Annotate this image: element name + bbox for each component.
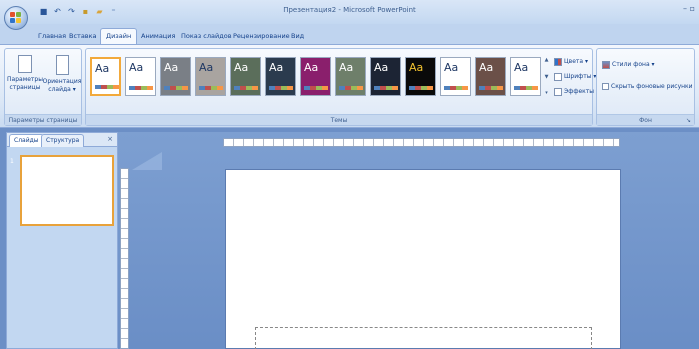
tab-insert[interactable]: Вставка — [64, 29, 102, 43]
group-themes: Aa Aa Aa Aa Aa Aa Aa Aa Aa Aa Aa Aa Aa ▲ ▼ ▾ Цвета ▾… — [85, 48, 599, 126]
theme-sample-text: Aa — [409, 61, 424, 74]
theme-color-bar — [304, 86, 328, 90]
theme-colors-label: Цвета ▾ — [564, 58, 588, 65]
scroll-down-icon[interactable]: ▼ — [542, 74, 551, 80]
tab-slides[interactable]: Слайды — [9, 134, 44, 147]
theme-color-bar — [269, 86, 293, 90]
page-setup-label: Параметры страницы — [7, 76, 43, 91]
theme-thumbnail[interactable]: Aa — [125, 57, 156, 96]
background-styles-label: Стили фона ▾ — [612, 61, 655, 68]
page-setup-button[interactable]: Параметры страницы — [5, 55, 45, 92]
group-background: Стили фона ▾ Скрыть фоновые рисунки Фон … — [596, 48, 695, 126]
window-controls[interactable]: – ▫ — [683, 4, 695, 13]
theme-thumbnail[interactable]: Aa — [265, 57, 296, 96]
fonts-icon — [554, 72, 562, 81]
slide-number: 1 — [10, 158, 14, 165]
theme-color-bar — [95, 85, 119, 89]
theme-sample-text: Aa — [234, 61, 249, 74]
hide-background-label: Скрыть фоновые рисунки — [611, 83, 693, 90]
group-label-background: Фон — [597, 114, 694, 125]
group-label-page-setup: Параметры страницы — [5, 114, 81, 125]
theme-sample-text: Aa — [269, 61, 284, 74]
theme-effects-label: Эффекты ▾ — [564, 88, 599, 95]
hide-background-checkbox[interactable]: Скрыть фоновые рисунки — [602, 81, 693, 92]
group-label-themes: Темы — [86, 114, 592, 125]
theme-sample-text: Aa — [129, 61, 144, 74]
slide-shadow — [132, 152, 162, 170]
theme-fonts-label: Шрифты ▾ — [564, 73, 597, 80]
theme-color-bar — [479, 86, 503, 90]
theme-color-bar — [234, 86, 258, 90]
theme-thumbnail[interactable]: Aa — [370, 57, 401, 96]
orientation-icon — [55, 55, 69, 75]
page-setup-icon — [18, 55, 32, 73]
theme-sample-text: Aa — [479, 61, 494, 74]
effects-icon — [554, 87, 562, 96]
horizontal-ruler — [223, 138, 620, 147]
background-styles-icon — [602, 60, 610, 69]
theme-thumbnail[interactable]: Aa — [230, 57, 261, 96]
theme-color-bar — [374, 86, 398, 90]
theme-thumbnail[interactable]: Aa — [475, 57, 506, 96]
theme-sample-text: Aa — [304, 61, 319, 74]
tab-review[interactable]: Рецензирование — [228, 29, 295, 43]
editing-area — [118, 132, 699, 349]
slide-canvas[interactable] — [225, 169, 621, 349]
theme-sample-text: Aa — [164, 61, 179, 74]
slide-orientation-button[interactable]: Ориентация слайда ▾ — [42, 55, 82, 94]
title-bar: ■ ↶ ↷ ▪ ▰ ⁼ Презентация2 - Microsoft Pow… — [0, 0, 699, 24]
office-button[interactable] — [4, 6, 28, 30]
theme-sample-text: Aa — [444, 61, 459, 74]
theme-color-bar — [164, 86, 188, 90]
tab-design[interactable]: Дизайн — [100, 28, 138, 44]
theme-sample-text: Aa — [374, 61, 389, 74]
group-page-setup: Параметры страницы Ориентация слайда ▾ П… — [4, 48, 82, 126]
ribbon: Параметры страницы Ориентация слайда ▾ П… — [0, 44, 699, 128]
close-icon[interactable]: × — [107, 135, 113, 143]
theme-sample-text: Aa — [95, 62, 110, 75]
pane-tabs: Слайды Структура × — [7, 133, 117, 147]
theme-thumbnail[interactable]: Aa — [440, 57, 471, 96]
vertical-ruler — [120, 168, 129, 349]
theme-sample-text: Aa — [514, 61, 529, 74]
theme-colors-button[interactable]: Цвета ▾ — [554, 56, 588, 67]
text-placeholder[interactable] — [255, 327, 592, 349]
ribbon-tabs: Главная Вставка Дизайн Анимация Показ сл… — [0, 24, 699, 44]
gallery-scroll[interactable]: ▲ ▼ ▾ — [542, 57, 551, 96]
dialog-launcher-icon[interactable]: ↘ — [686, 117, 691, 124]
slides-pane: Слайды Структура × 1 — [6, 132, 118, 349]
theme-sample-text: Aa — [199, 61, 214, 74]
theme-thumbnail[interactable]: Aa — [300, 57, 331, 96]
color-palette-icon — [554, 57, 562, 66]
theme-color-bar — [409, 86, 433, 90]
scroll-up-icon[interactable]: ▲ — [542, 57, 551, 63]
theme-color-bar — [514, 86, 538, 90]
tab-view[interactable]: Вид — [286, 29, 309, 43]
checkbox-icon[interactable] — [602, 83, 609, 90]
theme-sample-text: Aa — [339, 61, 354, 74]
tab-outline[interactable]: Структура — [41, 134, 85, 147]
slide-thumbnail[interactable] — [20, 155, 114, 226]
theme-thumbnail[interactable]: Aa — [405, 57, 436, 96]
orientation-label: Ориентация слайда ▾ — [42, 78, 82, 93]
theme-thumbnail[interactable]: Aa — [90, 57, 121, 96]
theme-color-bar — [339, 86, 363, 90]
theme-thumbnail[interactable]: Aa — [195, 57, 226, 96]
gallery-more-icon[interactable]: ▾ — [542, 90, 551, 96]
theme-color-bar — [199, 86, 223, 90]
tab-animation[interactable]: Анимация — [136, 29, 180, 43]
theme-thumbnail[interactable]: Aa — [160, 57, 191, 96]
theme-effects-button[interactable]: Эффекты ▾ — [554, 86, 599, 97]
window-title: Презентация2 - Microsoft PowerPoint — [283, 6, 416, 14]
theme-color-bar — [444, 86, 468, 90]
background-styles-button[interactable]: Стили фона ▾ — [602, 59, 655, 70]
theme-color-bar — [129, 86, 153, 90]
theme-fonts-button[interactable]: Шрифты ▾ — [554, 71, 596, 82]
office-logo-icon — [10, 12, 22, 24]
theme-thumbnail[interactable]: Aa — [335, 57, 366, 96]
theme-thumbnail[interactable]: Aa — [510, 57, 541, 96]
